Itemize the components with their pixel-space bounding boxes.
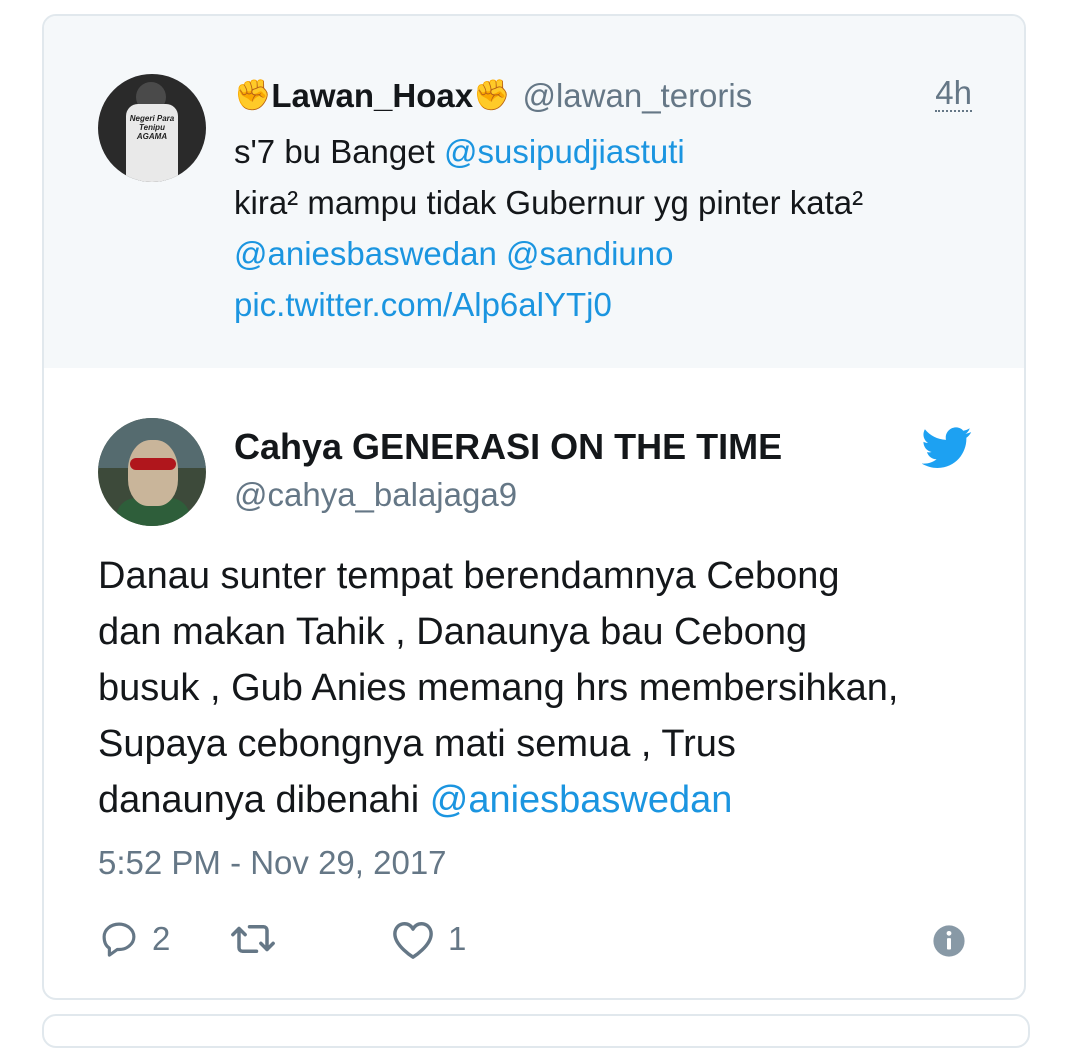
tweet-line: danaunya dibenahi @aniesbaswedan <box>98 772 998 828</box>
parent-display-name[interactable]: Lawan_Hoax <box>271 77 473 115</box>
pic-link[interactable]: pic.twitter.com/Alp6alYTj0 <box>234 286 612 323</box>
parent-line: pic.twitter.com/Alp6alYTj0 <box>234 279 994 330</box>
parent-tweet-text: s'7 bu Banget @susipudjiastuti kira² mam… <box>234 126 994 330</box>
raised-fist-emoji: ✊ <box>234 79 272 112</box>
tweet-date[interactable]: 5:52 PM - Nov 29, 2017 <box>98 844 447 882</box>
parent-timestamp[interactable]: 4h <box>935 76 972 112</box>
main-display-name[interactable]: Cahya GENERASI ON THE TIME <box>234 426 782 468</box>
avatar-sunglasses <box>130 458 176 470</box>
retweet-button[interactable] <box>228 916 290 962</box>
like-count: 1 <box>448 920 467 957</box>
parent-handle[interactable]: @lawan_teroris <box>522 77 752 115</box>
avatar-face <box>128 440 178 506</box>
tweet-line: Danau sunter tempat berendamnya Cebong <box>98 555 840 597</box>
parent-author[interactable]: ✊ Lawan_Hoax ✊ @lawan_teroris <box>234 74 752 118</box>
parent-line-text: kira² mampu tidak Gubernur yg pinter kat… <box>234 184 864 221</box>
twitter-bird-icon[interactable] <box>922 426 972 470</box>
info-icon[interactable] <box>932 924 966 958</box>
heart-icon <box>393 922 433 959</box>
tweet-line: busuk , Gub Anies memang hrs membersihka… <box>98 667 899 709</box>
main-avatar[interactable] <box>98 418 206 526</box>
mention-link[interactable]: @aniesbaswedan @sandiuno <box>234 235 673 272</box>
mention-link[interactable]: @aniesbaswedan <box>430 779 733 821</box>
raised-fist-emoji: ✊ <box>473 79 511 112</box>
reply-button[interactable]: 2 <box>98 916 170 962</box>
tweet-line: Supaya cebongnya mati semua , Trus <box>98 723 736 765</box>
parent-tweet[interactable]: Negeri Para Tenipu AGAMA ✊ Lawan_Hoax ✊ … <box>44 16 1024 368</box>
reply-count: 2 <box>152 920 171 957</box>
like-button[interactable]: 1 <box>390 916 466 962</box>
next-tweet-card <box>42 1014 1030 1048</box>
tweet-line: dan makan Tahik , Danaunya bau Cebong <box>98 611 808 653</box>
main-handle[interactable]: @cahya_balajaga9 <box>234 476 517 514</box>
retweet-icon <box>231 925 275 953</box>
embedded-tweet-card: Negeri Para Tenipu AGAMA ✊ Lawan_Hoax ✊ … <box>42 14 1026 1000</box>
mention-link[interactable]: @susipudjiastuti <box>444 133 685 170</box>
avatar-shirt-text: Negeri Para Tenipu AGAMA <box>129 114 175 141</box>
parent-line: s'7 bu Banget @susipudjiastuti <box>234 126 994 177</box>
reply-icon <box>102 922 136 957</box>
parent-line-text: s'7 bu Banget <box>234 133 444 170</box>
main-tweet-text: Danau sunter tempat berendamnya Cebong d… <box>98 548 998 828</box>
parent-line: @aniesbaswedan @sandiuno <box>234 228 994 279</box>
parent-avatar[interactable]: Negeri Para Tenipu AGAMA <box>98 74 206 182</box>
tweet-line-text: danaunya dibenahi <box>98 779 430 821</box>
parent-line: kira² mampu tidak Gubernur yg pinter kat… <box>234 177 994 228</box>
tweet-actions: 2 1 <box>98 916 978 962</box>
